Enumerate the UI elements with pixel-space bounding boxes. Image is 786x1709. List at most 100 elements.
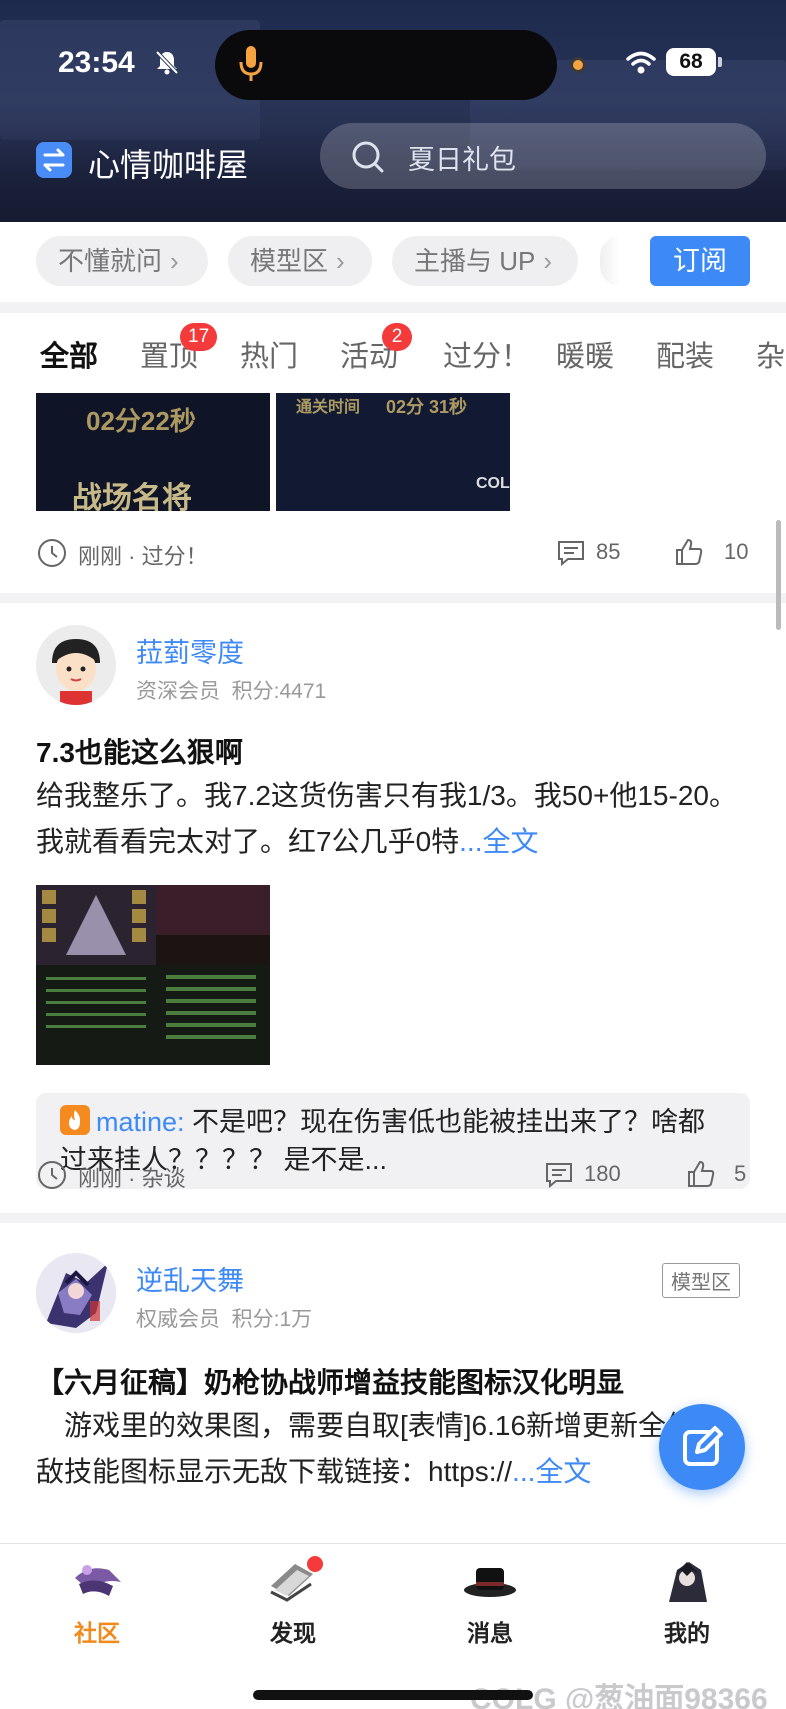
- avatar[interactable]: [36, 1253, 116, 1333]
- forum-title[interactable]: 心情咖啡屋: [88, 140, 248, 186]
- nav-label: 发现: [270, 1620, 316, 1646]
- chip-主播与UP[interactable]: 主播与 UP ›: [392, 236, 578, 286]
- fire-icon: [60, 1105, 90, 1135]
- post-title[interactable]: 7.3也能这么狠啊: [36, 731, 243, 771]
- tab-hot[interactable]: 热门: [240, 333, 298, 375]
- subscribe-button[interactable]: 订阅: [650, 236, 750, 286]
- post-time-category: 刚刚 · 过分！: [78, 544, 208, 569]
- tab-events[interactable]: 活动 2: [340, 323, 412, 375]
- chip-label: 不懂就问: [58, 246, 163, 276]
- nav-profile[interactable]: 我的: [627, 1556, 747, 1648]
- tab-pinned[interactable]: 置顶 17: [140, 323, 218, 375]
- post-username[interactable]: 菈菿零度: [136, 631, 244, 670]
- compose-post-button[interactable]: [659, 1404, 745, 1490]
- tab-label: 过分！: [443, 341, 531, 373]
- chip-模型区[interactable]: 模型区 ›: [228, 236, 372, 286]
- thumbs-up-icon[interactable]: [674, 537, 704, 567]
- post-image[interactable]: 通关时间 02分 31秒 COL: [276, 393, 510, 511]
- status-time: 23:54: [58, 46, 135, 79]
- post-meta-row: 刚刚 · 过分！ 85 10: [36, 533, 750, 573]
- comment-icon[interactable]: [556, 539, 586, 567]
- user-rank: 资深会员: [136, 680, 220, 703]
- bell-muted-icon: [155, 50, 179, 75]
- post-card[interactable]: 逆乱天舞 模型区 权威会员 积分:1万 【六月征稿】奶枪协战师增益技能图标汉化明…: [0, 1223, 786, 1543]
- nav-community[interactable]: 社区: [37, 1556, 157, 1648]
- edit-icon: [683, 1426, 723, 1466]
- tab-label: 杂: [756, 341, 786, 373]
- messages-hat-icon: [464, 1568, 516, 1597]
- image-caption: 通关时间: [296, 399, 361, 416]
- image-logo-text: COL: [476, 475, 510, 492]
- notification-dot: [307, 1556, 323, 1572]
- like-count: 10: [724, 539, 749, 564]
- post-excerpt[interactable]: 给我整乐了。我7.2这货伤害只有我1/3。我50+他15-20。我就看看完太对了…: [36, 773, 750, 865]
- avatar[interactable]: [36, 625, 116, 705]
- post-meta-row: 刚刚 · 杂谈 180 5: [36, 1155, 750, 1195]
- chip-label: 主播与 UP: [414, 246, 536, 276]
- count-badge: 2: [382, 323, 412, 351]
- tab-all[interactable]: 全部: [40, 333, 98, 375]
- read-more-link[interactable]: ...全文: [459, 826, 538, 857]
- switch-forum-icon[interactable]: [36, 142, 72, 178]
- privacy-indicator-dot: [570, 57, 586, 73]
- image-caption: 02分22秒: [86, 406, 196, 436]
- nav-label: 社区: [74, 1620, 120, 1646]
- thumbs-up-icon[interactable]: [686, 1159, 716, 1189]
- clock-icon: [38, 1161, 66, 1189]
- chevron-right-icon: ›: [336, 246, 345, 276]
- tab-label: 暖暖: [556, 341, 615, 373]
- post-category: 杂谈: [141, 1166, 186, 1191]
- comment-count: 85: [596, 539, 621, 564]
- topic-chips-row: 不懂就问 › 模型区 › 主播与 UP › 订阅: [0, 222, 786, 302]
- comment-username[interactable]: matine:: [96, 1107, 185, 1137]
- cartoon-boy-avatar-icon: [36, 625, 116, 705]
- post-excerpt-text: 游戏里的效果图，需要自取[表情]6.16新增更新全体无敌技能图标显示无敌下载链接…: [36, 1410, 723, 1487]
- chip-不懂就问[interactable]: 不懂就问 ›: [36, 236, 208, 286]
- scrollbar[interactable]: [776, 520, 781, 630]
- tab-too-much[interactable]: 过分！: [443, 333, 530, 375]
- user-rank: 权威会员: [136, 1308, 220, 1331]
- like-count: 5: [734, 1161, 747, 1186]
- post-card[interactable]: 菈菿零度 资深会员 积分:4471 7.3也能这么狠啊 给我整乐了。我7.2这货…: [0, 603, 786, 1213]
- chip-overflow-fade: [600, 236, 620, 286]
- user-level: 权威会员 积分:1万: [136, 1303, 312, 1333]
- home-indicator[interactable]: [253, 1690, 533, 1700]
- dynamic-island: [215, 30, 557, 100]
- tab-misc[interactable]: 杂: [756, 333, 785, 375]
- read-more-link[interactable]: ...全文: [512, 1456, 591, 1487]
- category-tabs: 全部 置顶 17 热门 活动 2 过分！ 暖暖 配装 杂: [0, 313, 786, 393]
- post-excerpt[interactable]: 游戏里的效果图，需要自取[表情]6.16新增更新全体无敌技能图标显示无敌下载链接…: [36, 1403, 750, 1495]
- post-time-category: 刚刚 · 杂谈: [78, 1166, 186, 1191]
- post-card[interactable]: 02分22秒 战场名将 通关时间 02分 31秒 COL 刚刚 · 过分！ 85: [0, 393, 786, 593]
- nav-label: 我的: [664, 1620, 710, 1646]
- search-bar[interactable]: 夏日礼包: [320, 123, 766, 189]
- forum-header: 23:54 68 心情咖啡屋 夏日礼包: [0, 0, 786, 222]
- post-time: 刚刚: [78, 1166, 123, 1191]
- tab-warm[interactable]: 暖暖: [556, 333, 614, 375]
- search-placeholder: 夏日礼包: [408, 145, 516, 175]
- wifi-icon: [626, 51, 656, 74]
- nav-discover[interactable]: 发现: [233, 1556, 353, 1648]
- comment-icon[interactable]: [544, 1161, 574, 1189]
- post-time: 刚刚: [78, 544, 123, 569]
- battery-indicator: 68: [666, 48, 722, 76]
- user-points: 积分:4471: [231, 680, 327, 703]
- post-image[interactable]: [36, 885, 270, 1065]
- count-badge: 17: [180, 323, 218, 351]
- post-feed[interactable]: 02分22秒 战场名将 通关时间 02分 31秒 COL 刚刚 · 过分！ 85: [0, 393, 786, 1543]
- post-title[interactable]: 【六月征稿】奶枪协战师增益技能图标汉化明显: [36, 1361, 624, 1401]
- post-username[interactable]: 逆乱天舞: [136, 1259, 244, 1298]
- comment-count: 180: [584, 1161, 621, 1186]
- anime-character-avatar-icon: [36, 1253, 116, 1333]
- chip-label: 模型区: [250, 246, 329, 276]
- image-caption: 战场名将: [72, 482, 192, 511]
- bottom-navigation: 社区 发现 消息 我的 COLG @葱油面98366: [0, 1543, 786, 1709]
- nav-messages[interactable]: 消息: [430, 1556, 550, 1648]
- game-screenshot-image: [36, 885, 270, 1065]
- forum-tag[interactable]: 模型区: [662, 1263, 740, 1298]
- tab-gear[interactable]: 配装: [656, 333, 714, 375]
- tab-label: 全部: [40, 341, 99, 373]
- post-image[interactable]: 02分22秒 战场名将: [36, 393, 270, 511]
- nav-label: 消息: [467, 1620, 513, 1646]
- post-category: 过分！: [141, 544, 208, 569]
